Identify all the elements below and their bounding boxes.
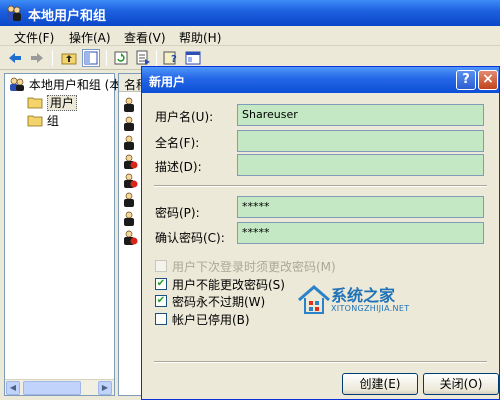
toolbar-separator xyxy=(52,50,53,66)
tree-root-label: 本地用户和组 (本 xyxy=(28,78,122,92)
tree-root[interactable]: 本地用户和组 (本 xyxy=(9,77,121,93)
fullname-field[interactable] xyxy=(237,130,484,152)
password-label: 密码(P): xyxy=(155,206,200,220)
dialog-title: 新用户 xyxy=(149,75,186,89)
tree-item-groups[interactable]: 组 xyxy=(27,113,59,129)
cannot-change-label[interactable]: 用户不能更改密码(S) xyxy=(172,276,285,293)
main-titlebar[interactable]: 本地用户和组 xyxy=(0,0,500,26)
user-icon[interactable] xyxy=(122,115,138,131)
username-field[interactable]: Shareuser xyxy=(237,104,484,126)
folder-icon xyxy=(27,115,43,127)
console-tree: 本地用户和组 (本 用户 组 ◀ ▶ xyxy=(4,73,121,396)
password-field[interactable]: ***** xyxy=(237,196,484,218)
menu-view[interactable]: 查看(V) xyxy=(124,29,166,46)
user-icon[interactable] xyxy=(122,134,138,150)
account-disabled-label[interactable]: 帐户已停用(B) xyxy=(172,311,250,328)
new-user-dialog: 新用户 ? × 用户名(U): Shareuser 全名(F): 描述(D): … xyxy=(141,66,500,400)
must-change-checkbox xyxy=(155,260,167,272)
watermark-logo: 系统之家 XITONGZHIJIA.NET xyxy=(297,282,447,322)
user-icon[interactable] xyxy=(122,191,138,207)
menu-bar: 文件(F) 操作(A) 查看(V) 帮助(H) xyxy=(0,26,500,46)
fullname-label: 全名(F): xyxy=(155,136,200,150)
help-button[interactable]: ? xyxy=(456,70,476,90)
user-icon[interactable] xyxy=(122,96,138,112)
watermark-name: 系统之家 xyxy=(331,286,396,305)
cannot-change-checkbox[interactable]: ✔ xyxy=(155,278,167,290)
show-hide-tree-icon[interactable] xyxy=(82,49,100,67)
help-icon[interactable]: ? xyxy=(162,49,180,67)
scroll-right-icon[interactable]: ▶ xyxy=(98,381,112,395)
create-button[interactable]: 创建(E) xyxy=(342,373,418,395)
user-icon[interactable] xyxy=(122,172,138,188)
divider xyxy=(154,185,487,187)
tree-item-users[interactable]: 用户 xyxy=(27,95,77,111)
scroll-thumb[interactable] xyxy=(23,381,81,395)
close-icon[interactable]: × xyxy=(478,70,498,90)
user-icon[interactable] xyxy=(122,153,138,169)
refresh-icon[interactable] xyxy=(112,49,130,67)
never-expires-checkbox[interactable]: ✔ xyxy=(155,295,167,307)
export-list-icon[interactable] xyxy=(134,49,152,67)
account-disabled-checkbox[interactable] xyxy=(155,313,167,325)
menu-file[interactable]: 文件(F) xyxy=(14,29,54,46)
up-folder-icon[interactable] xyxy=(60,49,78,67)
folder-icon xyxy=(27,97,43,109)
watermark-house-icon xyxy=(298,285,330,314)
never-expires-label[interactable]: 密码永不过期(W) xyxy=(172,293,265,310)
toolbar-separator xyxy=(156,50,157,66)
menu-help[interactable]: 帮助(H) xyxy=(179,29,221,46)
users-app-icon xyxy=(7,5,21,21)
back-arrow-icon[interactable] xyxy=(6,49,24,67)
window-title: 本地用户和组 xyxy=(28,9,107,24)
forward-arrow-icon[interactable] xyxy=(28,49,46,67)
user-icon[interactable] xyxy=(122,229,138,245)
main-window: 本地用户和组 文件(F) 操作(A) 查看(V) 帮助(H) ? 本地用户和组 … xyxy=(0,0,500,400)
svg-text:?: ? xyxy=(171,54,177,65)
close-button[interactable]: 关闭(O) xyxy=(423,373,499,395)
toolbar-separator xyxy=(106,50,107,66)
description-label: 描述(D): xyxy=(155,160,202,174)
tree-horizontal-scrollbar[interactable]: ◀ ▶ xyxy=(5,379,114,395)
dialog-titlebar[interactable]: 新用户 ? × xyxy=(142,67,499,93)
user-icon[interactable] xyxy=(122,210,138,226)
tree-item-label: 组 xyxy=(46,114,59,128)
tree-item-label: 用户 xyxy=(46,95,77,111)
description-field[interactable] xyxy=(237,154,484,176)
users-groups-icon xyxy=(10,77,24,91)
confirm-password-label: 确认密码(C): xyxy=(155,231,225,245)
confirm-password-field[interactable]: ***** xyxy=(237,222,484,244)
must-change-label: 用户下次登录时须更改密码(M) xyxy=(172,260,336,274)
menu-action[interactable]: 操作(A) xyxy=(69,29,111,46)
divider xyxy=(154,361,487,363)
username-label: 用户名(U): xyxy=(155,110,214,124)
scroll-left-icon[interactable]: ◀ xyxy=(6,381,20,395)
watermark-url: XITONGZHIJIA.NET xyxy=(331,304,410,313)
mmc-console-icon[interactable] xyxy=(184,49,202,67)
